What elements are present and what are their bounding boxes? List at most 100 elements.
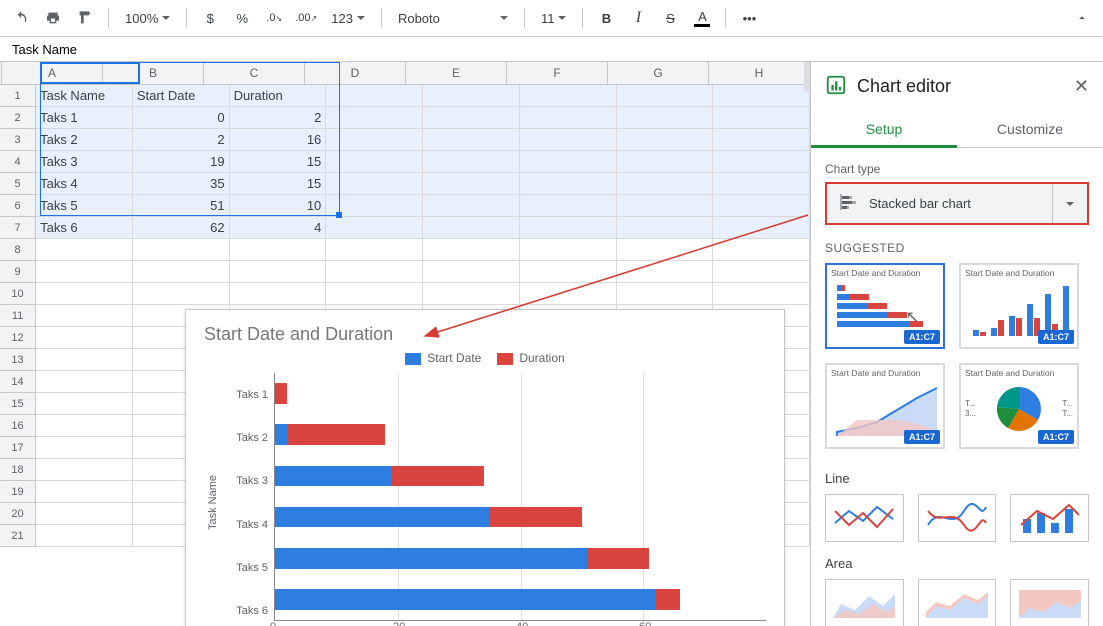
chart-type-line[interactable]	[825, 494, 904, 542]
format-more-combo[interactable]: 123	[325, 5, 371, 31]
cell[interactable]	[36, 437, 133, 459]
column-header[interactable]: H	[709, 62, 810, 84]
row-header[interactable]: 13	[0, 349, 36, 371]
cell[interactable]	[617, 261, 714, 283]
cell[interactable]	[133, 283, 230, 305]
zoom-combo[interactable]: 100%	[119, 5, 176, 31]
cell[interactable]	[326, 195, 423, 217]
cell[interactable]	[36, 525, 133, 547]
row-header[interactable]: 18	[0, 459, 36, 481]
cell[interactable]	[617, 151, 714, 173]
cell[interactable]	[520, 261, 617, 283]
row-header[interactable]: 15	[0, 393, 36, 415]
cell[interactable]	[520, 239, 617, 261]
cell[interactable]	[230, 261, 327, 283]
cell[interactable]	[36, 305, 133, 327]
cell[interactable]	[36, 371, 133, 393]
cell[interactable]	[617, 107, 714, 129]
print-button[interactable]	[40, 5, 66, 31]
column-header[interactable]: F	[507, 62, 608, 84]
cell[interactable]	[520, 173, 617, 195]
suggested-chart-clustered-column[interactable]: Start Date and Duration A1:C7	[959, 263, 1079, 349]
cell[interactable]	[133, 261, 230, 283]
column-header[interactable]: E	[406, 62, 507, 84]
cell[interactable]	[423, 151, 520, 173]
tab-customize[interactable]: Customize	[957, 111, 1103, 147]
cell[interactable]	[36, 327, 133, 349]
format-currency[interactable]: $	[197, 5, 223, 31]
cell[interactable]	[326, 217, 423, 239]
cell[interactable]	[713, 107, 810, 129]
cell[interactable]	[423, 217, 520, 239]
row-header[interactable]: 4	[0, 151, 36, 173]
chart-type-100pct-area[interactable]	[1010, 579, 1089, 626]
strike-button[interactable]: S	[657, 5, 683, 31]
cell[interactable]	[617, 195, 714, 217]
cell[interactable]	[326, 283, 423, 305]
embedded-chart[interactable]: Start Date and Duration Start Date Durat…	[185, 309, 785, 626]
cell[interactable]	[520, 107, 617, 129]
cell[interactable]: Taks 1	[36, 107, 133, 129]
cell[interactable]: 0	[133, 107, 230, 129]
cell[interactable]: Taks 5	[36, 195, 133, 217]
cell[interactable]: 2	[230, 107, 327, 129]
cell[interactable]: Start Date	[133, 85, 230, 107]
cell[interactable]: Taks 4	[36, 173, 133, 195]
format-percent[interactable]: %	[229, 5, 255, 31]
cell[interactable]	[423, 85, 520, 107]
row-header[interactable]: 5	[0, 173, 36, 195]
cell[interactable]	[326, 129, 423, 151]
close-panel-button[interactable]: ✕	[1074, 76, 1089, 97]
cell[interactable]	[423, 195, 520, 217]
cell[interactable]	[713, 217, 810, 239]
cell[interactable]: 2	[133, 129, 230, 151]
tab-setup[interactable]: Setup	[811, 111, 957, 148]
cell[interactable]	[36, 415, 133, 437]
cell[interactable]: 15	[230, 173, 327, 195]
column-header[interactable]: C	[204, 62, 305, 84]
cell[interactable]	[36, 393, 133, 415]
cell[interactable]: 4	[230, 217, 327, 239]
cell[interactable]	[326, 107, 423, 129]
suggested-chart-pie[interactable]: Start Date and Duration T...3... T...T..…	[959, 363, 1079, 449]
cell[interactable]	[326, 151, 423, 173]
cell[interactable]	[617, 283, 714, 305]
row-header[interactable]: 3	[0, 129, 36, 151]
cell[interactable]: 35	[133, 173, 230, 195]
cell[interactable]: Taks 3	[36, 151, 133, 173]
cell[interactable]	[36, 349, 133, 371]
cell[interactable]	[36, 481, 133, 503]
chart-type-selector[interactable]: Stacked bar chart	[827, 184, 1052, 223]
row-header[interactable]: 17	[0, 437, 36, 459]
cell[interactable]	[713, 195, 810, 217]
cell[interactable]	[520, 129, 617, 151]
row-header[interactable]: 19	[0, 481, 36, 503]
chart-type-area[interactable]	[825, 579, 904, 626]
cell[interactable]	[423, 239, 520, 261]
cell[interactable]: 19	[133, 151, 230, 173]
format-dec-increase[interactable]: .00↗	[293, 5, 319, 31]
cell[interactable]	[713, 261, 810, 283]
collapse-toolbar-button[interactable]	[1069, 5, 1095, 31]
cell[interactable]	[713, 173, 810, 195]
cell[interactable]	[423, 107, 520, 129]
cell[interactable]: Task Name	[36, 85, 133, 107]
cell[interactable]	[326, 85, 423, 107]
row-header[interactable]: 21	[0, 525, 36, 547]
cell[interactable]	[326, 173, 423, 195]
cell[interactable]	[230, 283, 327, 305]
row-header[interactable]: 9	[0, 261, 36, 283]
cell[interactable]	[520, 85, 617, 107]
row-header[interactable]: 10	[0, 283, 36, 305]
cell[interactable]	[713, 151, 810, 173]
cell[interactable]: Taks 2	[36, 129, 133, 151]
cell[interactable]	[133, 239, 230, 261]
cell[interactable]	[423, 261, 520, 283]
cell[interactable]	[36, 261, 133, 283]
row-header[interactable]: 1	[0, 85, 36, 107]
row-header[interactable]: 6	[0, 195, 36, 217]
cell[interactable]: 51	[133, 195, 230, 217]
cell[interactable]: Taks 6	[36, 217, 133, 239]
row-header[interactable]: 20	[0, 503, 36, 525]
column-header[interactable]: D	[305, 62, 406, 84]
